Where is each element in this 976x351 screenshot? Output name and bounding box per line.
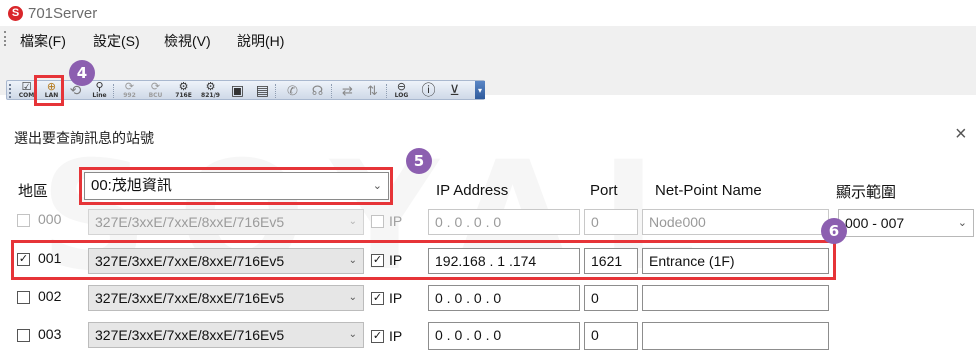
headset-icon: ☊	[311, 83, 324, 98]
headset-button[interactable]: ☊	[307, 82, 328, 99]
992-button[interactable]: ⟳ 992	[119, 81, 140, 100]
app-logo-icon: S	[8, 6, 23, 21]
821-icon: ⚙	[205, 81, 216, 93]
node-000-model-select[interactable]: 327E/3xxE/7xxE/8xxE/716Ev5 ⌄	[88, 209, 364, 235]
node-000-port-field[interactable]: 0	[584, 209, 638, 235]
node-002-port-field[interactable]: 0	[584, 285, 638, 311]
node-003-model-select[interactable]: 327E/3xxE/7xxE/8xxE/716Ev5 ⌄	[88, 322, 364, 348]
node-002-model-value: 327E/3xxE/7xxE/8xxE/716Ev5	[95, 290, 285, 306]
line-caption: Line	[92, 92, 107, 99]
node-000-ip-checkbox[interactable]	[371, 215, 384, 228]
panel-e-button[interactable]: ▤	[252, 82, 273, 99]
bcu-button[interactable]: ⟳ BCU	[145, 81, 166, 100]
716e-caption: 716E	[175, 92, 192, 99]
chevron-down-icon: ⌄	[348, 292, 357, 303]
header-net-point-name: Net-Point Name	[655, 182, 762, 199]
node-000-name-field[interactable]: Node000	[642, 209, 829, 235]
chevron-down-icon: ⌄	[957, 217, 967, 229]
log-caption: LOG	[394, 92, 409, 99]
toolbar-separator	[386, 84, 387, 98]
window-title: 701Server	[28, 5, 98, 22]
menu-file[interactable]: 檔案(F)	[20, 31, 66, 51]
transfer-button[interactable]: ⇄	[337, 82, 358, 99]
chevron-down-icon: ⌄	[348, 329, 357, 340]
log-button[interactable]: ⊖ LOG	[391, 81, 412, 100]
716e-icon: ⚙	[178, 81, 189, 93]
toolbar-separator	[275, 84, 276, 98]
menu-view[interactable]: 檢視(V)	[164, 31, 211, 51]
line-icon: ⚲	[95, 81, 104, 93]
menu-settings[interactable]: 設定(S)	[93, 31, 140, 51]
992-icon: ⟳	[124, 81, 135, 93]
area-label: 地區	[18, 183, 49, 200]
bcu-caption: BCU	[148, 92, 163, 99]
menu-bar: 檔案(F) 設定(S) 檢視(V) 說明(H)	[0, 26, 976, 51]
database-h-icon: ▣	[230, 82, 245, 98]
updown-icon: ⇅	[367, 83, 378, 98]
download-button[interactable]: ⊻	[444, 82, 465, 99]
992-caption: 992	[123, 92, 136, 99]
header-port: Port	[590, 182, 618, 199]
database-h-button[interactable]: ▣	[227, 82, 248, 99]
row-001-highlight-box	[11, 240, 836, 280]
panel-e-icon: ▤	[255, 82, 270, 98]
node-002-checkbox[interactable]	[17, 291, 30, 304]
821-caption: 821/9	[201, 92, 220, 99]
node-003-port-field[interactable]: 0	[584, 322, 638, 350]
node-000-ip-label: IP	[389, 213, 403, 229]
display-range-select[interactable]: 000 - 007 ⌄	[838, 209, 974, 237]
node-002-ip-field[interactable]: 0 . 0 . 0 . 0	[428, 285, 580, 311]
node-002-label: 002	[38, 288, 62, 304]
716e-button[interactable]: ⚙ 716E	[173, 81, 194, 100]
line-button[interactable]: ⚲ Line	[89, 81, 110, 100]
header-ip-address: IP Address	[436, 182, 509, 199]
node-002-model-select[interactable]: 327E/3xxE/7xxE/8xxE/716Ev5 ⌄	[88, 285, 364, 311]
node-000-checkbox[interactable]	[17, 214, 30, 227]
phone-icon: ✆	[287, 83, 298, 98]
node-003-ip-field[interactable]: 0 . 0 . 0 . 0	[428, 322, 580, 350]
step-4-badge: 4	[69, 60, 95, 86]
node-003-model-value: 327E/3xxE/7xxE/8xxE/716Ev5	[95, 327, 285, 343]
area-highlight-box	[79, 167, 393, 205]
node-003-name-field[interactable]	[642, 322, 829, 350]
display-range-value: 000 - 007	[845, 215, 905, 231]
toolbar-overflow-button[interactable]: ▾	[475, 81, 485, 99]
info-icon: ⓘ	[421, 82, 436, 98]
transfer-icon: ⇄	[342, 83, 353, 98]
menu-grip	[4, 31, 6, 46]
toolbar-separator	[331, 84, 332, 98]
updown-button[interactable]: ⇅	[362, 82, 383, 99]
step-5-badge: 5	[406, 148, 432, 174]
node-002-ip-checkbox[interactable]: ✓	[371, 292, 384, 305]
chevron-down-icon: ⌄	[348, 216, 357, 227]
title-bar: S 701Server	[0, 0, 976, 26]
node-003-ip-checkbox[interactable]: ✓	[371, 330, 384, 343]
step-6-badge: 6	[821, 218, 847, 244]
download-icon: ⊻	[449, 82, 460, 98]
log-icon: ⊖	[396, 81, 407, 93]
node-000-ip-field[interactable]: 0 . 0 . 0 . 0	[428, 209, 580, 235]
phone-button[interactable]: ✆	[282, 82, 303, 99]
node-000-label: 000	[38, 211, 62, 227]
close-icon[interactable]: ×	[955, 124, 967, 144]
node-003-label: 003	[38, 326, 62, 342]
toolbar-separator	[113, 84, 114, 98]
node-002-name-field[interactable]	[642, 285, 829, 311]
lan-highlight-box	[34, 75, 64, 106]
toolbar-grip[interactable]	[9, 84, 11, 98]
dialog-title: 選出要查詢訊息的站號	[14, 130, 154, 146]
node-003-checkbox[interactable]	[17, 329, 30, 342]
menu-help[interactable]: 說明(H)	[237, 31, 284, 51]
node-000-model-value: 327E/3xxE/7xxE/8xxE/716Ev5	[95, 214, 285, 230]
bcu-icon: ⟳	[150, 81, 161, 93]
821-button[interactable]: ⚙ 821/9	[200, 81, 221, 100]
node-003-ip-label: IP	[389, 328, 403, 344]
node-002-ip-label: IP	[389, 290, 403, 306]
info-button[interactable]: ⓘ	[418, 82, 439, 99]
header-display-range: 顯示範圍	[836, 184, 897, 201]
